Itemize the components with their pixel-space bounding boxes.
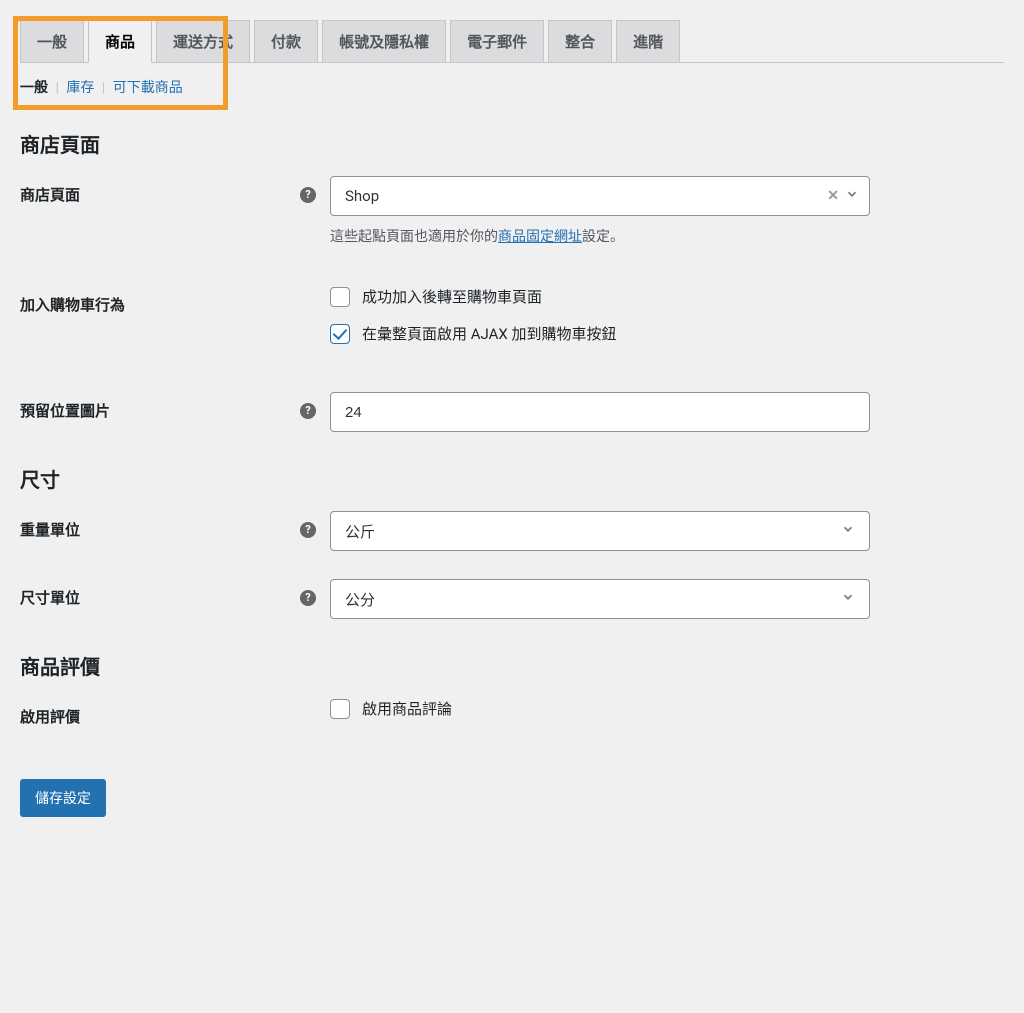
tab-general[interactable]: 一般 — [20, 20, 84, 63]
redirect-after-add-checkbox[interactable] — [330, 287, 350, 307]
shop-page-select-value: Shop — [345, 187, 379, 205]
enable-reviews-checkbox[interactable] — [330, 699, 350, 719]
tab-payments[interactable]: 付款 — [254, 20, 318, 63]
save-button[interactable]: 儲存設定 — [20, 779, 106, 817]
chevron-down-icon — [841, 522, 855, 540]
subtab-general[interactable]: 一般 — [20, 80, 48, 96]
dimension-unit-label: 尺寸單位 — [20, 579, 300, 608]
tab-accounts-privacy[interactable]: 帳號及隱私權 — [322, 20, 446, 63]
section-heading-dimensions: 尺寸 — [20, 464, 1004, 493]
placeholder-image-label: 預留位置圖片 — [20, 392, 300, 421]
chevron-down-icon — [845, 187, 859, 205]
help-icon[interactable]: ? — [300, 590, 316, 606]
add-to-cart-label: 加入購物車行為 — [20, 286, 300, 315]
ajax-add-to-cart-checkbox[interactable] — [330, 324, 350, 344]
dimension-unit-select[interactable]: 公分 — [330, 579, 870, 619]
enable-reviews-label: 啟用評價 — [20, 698, 300, 727]
tab-advanced[interactable]: 進階 — [616, 20, 680, 63]
permalink-link[interactable]: 商品固定網址 — [498, 229, 582, 245]
help-icon[interactable]: ? — [300, 187, 316, 203]
settings-tabs: 一般 商品 運送方式 付款 帳號及隱私權 電子郵件 整合 進階 — [20, 20, 1004, 63]
enable-reviews-checkbox-label: 啟用商品評論 — [362, 698, 452, 719]
clear-icon[interactable]: ✕ — [827, 188, 839, 204]
tab-integration[interactable]: 整合 — [548, 20, 612, 63]
ajax-add-to-cart-label: 在彙整頁面啟用 AJAX 加到購物車按鈕 — [362, 323, 617, 344]
subtab-inventory[interactable]: 庫存 — [66, 80, 94, 96]
placeholder-image-input[interactable] — [330, 392, 870, 432]
tab-products[interactable]: 商品 — [88, 20, 152, 63]
help-icon[interactable]: ? — [300, 403, 316, 419]
tab-shipping[interactable]: 運送方式 — [156, 20, 250, 63]
product-subtabs: 一般 | 庫存 | 可下載商品 — [20, 77, 1004, 97]
section-heading-shop-page: 商店頁面 — [20, 129, 1004, 158]
weight-unit-label: 重量單位 — [20, 511, 300, 540]
shop-page-description: 這些起點頁面也適用於你的商品固定網址設定。 — [330, 226, 870, 246]
redirect-after-add-label: 成功加入後轉至購物車頁面 — [362, 286, 542, 307]
help-icon[interactable]: ? — [300, 522, 316, 538]
shop-page-select[interactable]: Shop ✕ — [330, 176, 870, 216]
dimension-unit-value: 公分 — [345, 589, 375, 610]
shop-page-label: 商店頁面 — [20, 176, 300, 205]
weight-unit-select[interactable]: 公斤 — [330, 511, 870, 551]
chevron-down-icon — [841, 590, 855, 608]
subtab-downloadable[interactable]: 可下載商品 — [113, 80, 183, 96]
section-heading-reviews: 商品評價 — [20, 651, 1004, 680]
weight-unit-value: 公斤 — [345, 521, 375, 542]
tab-emails[interactable]: 電子郵件 — [450, 20, 544, 63]
